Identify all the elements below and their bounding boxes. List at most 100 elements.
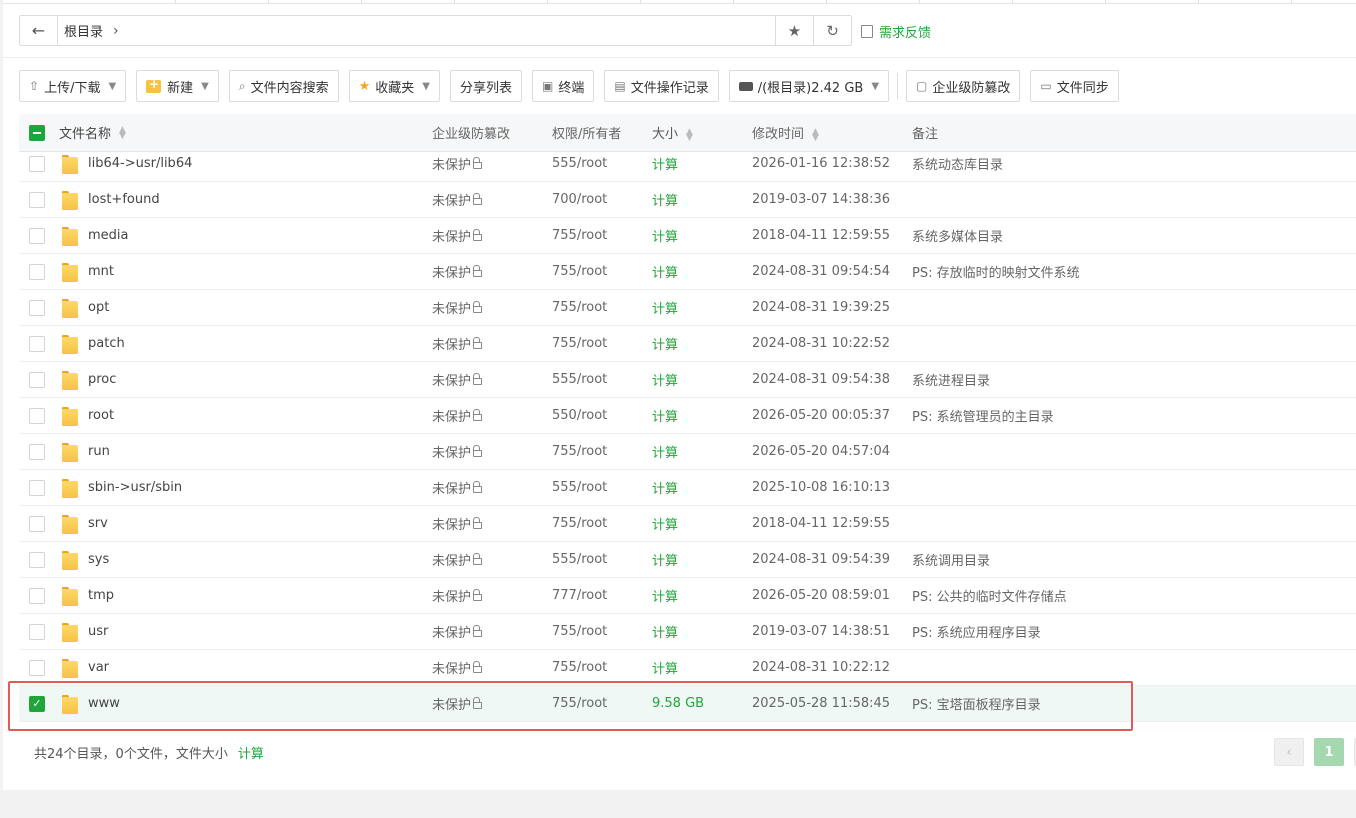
file-name-cell[interactable]: tmp (55, 586, 432, 606)
file-name-cell[interactable]: opt (55, 298, 432, 318)
protection-cell[interactable]: 未保护 (432, 622, 552, 641)
perm-cell[interactable]: 755/root (552, 516, 652, 531)
file-name-cell[interactable]: sbin->usr/sbin (55, 478, 432, 498)
perm-cell[interactable]: 555/root (552, 156, 652, 171)
row-checkbox[interactable] (29, 551, 45, 568)
size-cell[interactable]: 计算 (652, 550, 752, 569)
size-value[interactable]: 计算 (652, 302, 678, 317)
path-breadcrumb[interactable]: 根目录 › (58, 16, 775, 45)
protection-cell[interactable]: 未保护 (432, 370, 552, 389)
protection-cell[interactable]: 未保护 (432, 334, 552, 353)
table-row[interactable]: lib64->usr/lib64 未保护 555/root 计算 2026-01-16 … (19, 146, 1356, 182)
disk-select[interactable]: /(根目录)2.42 GB ▼ (728, 70, 890, 102)
share-list-button[interactable]: 分享列表 (450, 70, 523, 102)
perm-cell[interactable]: 550/root (552, 408, 652, 423)
file-name-cell[interactable]: media (55, 226, 432, 246)
row-checkbox[interactable] (29, 479, 45, 496)
file-name[interactable]: opt (88, 300, 109, 315)
file-name-cell[interactable]: root (55, 406, 432, 426)
size-value[interactable]: 计算 (652, 662, 678, 677)
page-1-button[interactable]: 1 (1314, 738, 1344, 766)
perm-cell[interactable]: 755/root (552, 660, 652, 675)
size-cell[interactable]: 计算 (652, 514, 752, 533)
perm-cell[interactable]: 777/root (552, 588, 652, 603)
note-cell[interactable]: 系统进程目录 (912, 370, 1356, 389)
size-cell[interactable]: 计算 (652, 226, 752, 245)
file-name-cell[interactable]: lib64->usr/lib64 (55, 154, 432, 174)
protection-cell[interactable]: 未保护 (432, 586, 552, 605)
perm-cell[interactable]: 755/root (552, 264, 652, 279)
row-checkbox[interactable] (29, 335, 45, 352)
perm-cell[interactable]: 700/root (552, 192, 652, 207)
row-checkbox[interactable] (29, 371, 45, 388)
select-all-checkbox[interactable] (29, 124, 45, 141)
note-cell[interactable]: PS: 系统管理员的主目录 (912, 406, 1356, 425)
file-sync-button[interactable]: ▭ 文件同步 (1030, 70, 1119, 102)
size-value[interactable]: 计算 (652, 410, 678, 425)
size-value[interactable]: 计算 (652, 626, 678, 641)
size-cell[interactable]: 计算 (652, 478, 752, 497)
back-button[interactable]: ← (20, 16, 58, 45)
row-checkbox[interactable] (29, 407, 45, 424)
terminal-button[interactable]: ▣ 终端 (532, 70, 595, 102)
perm-cell[interactable]: 555/root (552, 372, 652, 387)
file-name-cell[interactable]: proc (55, 370, 432, 390)
file-name-cell[interactable]: lost+found (55, 190, 432, 210)
protection-cell[interactable]: 未保护 (432, 478, 552, 497)
file-name[interactable]: root (88, 408, 114, 423)
row-checkbox[interactable] (29, 299, 45, 316)
protection-cell[interactable]: 未保护 (432, 226, 552, 245)
size-cell[interactable]: 计算 (652, 262, 752, 281)
perm-cell[interactable]: 755/root (552, 228, 652, 243)
size-cell[interactable]: 计算 (652, 154, 752, 173)
row-checkbox[interactable] (29, 623, 45, 640)
size-cell[interactable]: 计算 (652, 586, 752, 605)
header-mtime[interactable]: 修改时间 ▲ ▼ (752, 123, 912, 142)
size-value[interactable]: 计算 (652, 554, 678, 569)
protection-cell[interactable]: 未保护 (432, 514, 552, 533)
new-button[interactable]: 新建 ▼ (136, 70, 219, 102)
protection-cell[interactable]: 未保护 (432, 658, 552, 677)
file-name[interactable]: lost+found (88, 192, 160, 207)
size-value[interactable]: 计算 (652, 194, 678, 209)
row-checkbox[interactable] (29, 515, 45, 532)
file-name[interactable]: run (88, 444, 110, 459)
breadcrumb-root[interactable]: 根目录 (64, 21, 103, 40)
size-cell[interactable]: 计算 (652, 334, 752, 353)
tamper-proof-button[interactable]: ▢ 企业级防篡改 (906, 70, 1021, 102)
op-log-button[interactable]: ▤ 文件操作记录 (604, 70, 719, 102)
perm-cell[interactable]: 555/root (552, 552, 652, 567)
note-cell[interactable]: PS: 存放临时的映射文件系统 (912, 262, 1356, 281)
size-value[interactable]: 计算 (652, 518, 678, 533)
file-name-cell[interactable]: mnt (55, 262, 432, 282)
protection-cell[interactable]: 未保护 (432, 442, 552, 461)
header-name[interactable]: 文件名称 ▲ ▼ (55, 123, 432, 142)
size-cell[interactable]: 计算 (652, 442, 752, 461)
header-size[interactable]: 大小 ▲ ▼ (652, 123, 752, 142)
calc-total-link[interactable]: 计算 (238, 743, 264, 762)
file-name[interactable]: patch (88, 336, 125, 351)
size-value[interactable]: 计算 (652, 158, 678, 173)
table-row[interactable]: opt 未保护 755/root 计算 2024-08-31 19:39:25 (19, 290, 1356, 326)
row-checkbox[interactable] (29, 659, 45, 676)
perm-cell[interactable]: 555/root (552, 480, 652, 495)
file-name[interactable]: media (88, 228, 129, 243)
file-name[interactable]: lib64->usr/lib64 (88, 156, 192, 171)
file-name[interactable]: var (88, 660, 109, 675)
file-name-cell[interactable]: usr (55, 622, 432, 642)
table-row[interactable]: srv 未保护 755/root 计算 2018-04-11 12:59:55 (19, 506, 1356, 542)
size-value[interactable]: 计算 (652, 482, 678, 497)
table-row[interactable]: media 未保护 755/root 计算 2018-04-11 12:59:55 系统多… (19, 218, 1356, 254)
protection-cell[interactable]: 未保护 (432, 190, 552, 209)
table-row[interactable]: run 未保护 755/root 计算 2026-05-20 04:57:04 (19, 434, 1356, 470)
table-row[interactable]: tmp 未保护 777/root 计算 2026-05-20 08:59:01 PS: 公… (19, 578, 1356, 614)
row-checkbox[interactable] (29, 443, 45, 460)
table-row[interactable]: patch 未保护 755/root 计算 2024-08-31 10:22:52 (19, 326, 1356, 362)
protection-cell[interactable]: 未保护 (432, 298, 552, 317)
protection-cell[interactable]: 未保护 (432, 154, 552, 173)
size-value[interactable]: 计算 (652, 590, 678, 605)
size-value[interactable]: 计算 (652, 230, 678, 245)
size-cell[interactable]: 计算 (652, 658, 752, 677)
row-checkbox[interactable] (29, 227, 45, 244)
upload-download-button[interactable]: ⇧ 上传/下载 ▼ (19, 70, 127, 102)
